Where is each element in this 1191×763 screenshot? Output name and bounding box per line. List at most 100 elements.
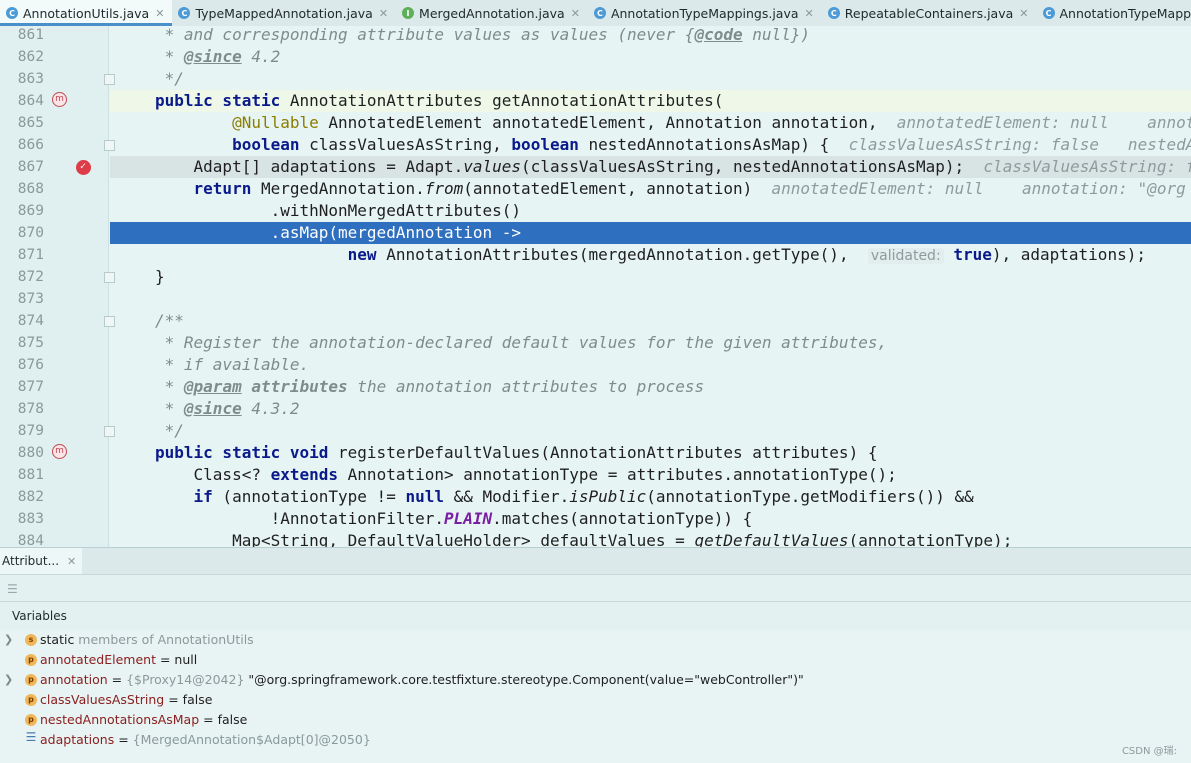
code-text[interactable]: public static AnnotationAttributes getAn… <box>110 90 1191 112</box>
code-text[interactable]: .asMap(mergedAnnotation -> <box>110 222 1191 244</box>
code-line[interactable]: 865 @Nullable AnnotatedElement annotated… <box>0 112 1191 134</box>
code-line[interactable]: 881 Class<? extends Annotation> annotati… <box>0 464 1191 486</box>
code-text[interactable]: boolean classValuesAsString, boolean nes… <box>110 134 1191 156</box>
code-text[interactable]: * @since 4.2 <box>110 46 1191 68</box>
line-number[interactable]: 884 <box>0 530 44 547</box>
chevron-right-icon[interactable]: ❯ <box>4 670 13 690</box>
code-text[interactable]: @Nullable AnnotatedElement annotatedElem… <box>110 112 1191 134</box>
method-override-icon[interactable]: m <box>52 444 67 459</box>
line-number[interactable]: 862 <box>0 46 44 68</box>
line-number[interactable]: 879 <box>0 420 44 442</box>
code-line[interactable]: 874 /** <box>0 310 1191 332</box>
variable-row[interactable]: p classValuesAsString = false <box>0 690 1191 710</box>
code-text[interactable]: Adapt[] adaptations = Adapt.values(class… <box>110 156 1191 178</box>
debug-tab-attributes[interactable]: Attribut... ✕ <box>0 548 83 574</box>
code-line[interactable]: 873 <box>0 288 1191 310</box>
line-number[interactable]: 867 <box>0 156 44 178</box>
code-text[interactable]: !AnnotationFilter.PLAIN.matches(annotati… <box>110 508 1191 530</box>
code-text[interactable]: * if available. <box>110 354 1191 376</box>
code-text[interactable]: Class<? extends Annotation> annotationTy… <box>110 464 1191 486</box>
code-line[interactable]: 880 m public static void registerDefaultVa… <box>0 442 1191 464</box>
layout-settings-icon[interactable]: ☰ <box>7 582 18 596</box>
variable-row[interactable]: ☰ adaptations = {MergedAnnotation$Adapt[0… <box>0 730 1191 750</box>
code-line[interactable]: 878 * @since 4.3.2 <box>0 398 1191 420</box>
method-override-icon[interactable]: m <box>52 92 67 107</box>
close-icon[interactable]: ✕ <box>155 7 164 20</box>
close-icon[interactable]: ✕ <box>571 7 580 20</box>
code-line[interactable]: 868 return MergedAnnotation.from(annotat… <box>0 178 1191 200</box>
line-number[interactable]: 882 <box>0 486 44 508</box>
file-tab[interactable]: C AnnotationTypeMappings.java ✕ <box>588 0 822 26</box>
code-line[interactable]: 862 * @since 4.2 <box>0 46 1191 68</box>
code-text[interactable]: } <box>110 266 1191 288</box>
line-number[interactable]: 877 <box>0 376 44 398</box>
line-number[interactable]: 870 <box>0 222 44 244</box>
close-icon[interactable]: ✕ <box>67 555 76 568</box>
code-text[interactable]: * and corresponding attribute values as … <box>110 26 1191 46</box>
line-number[interactable]: 866 <box>0 134 44 156</box>
code-line[interactable]: 875 * Register the annotation-declared d… <box>0 332 1191 354</box>
code-line[interactable]: 872} <box>0 266 1191 288</box>
file-tab[interactable]: CAnnotationTypeMapping.java✕ <box>1037 0 1191 26</box>
line-number[interactable]: 872 <box>0 266 44 288</box>
code-text[interactable]: .withNonMergedAttributes() <box>110 200 1191 222</box>
file-tab[interactable]: C RepeatableContainers.java ✕ <box>822 0 1037 26</box>
code-line[interactable]: 884 Map<String, DefaultValueHolder> defa… <box>0 530 1191 547</box>
variable-value: = <box>114 732 133 747</box>
code-text[interactable]: return MergedAnnotation.from(annotatedEl… <box>110 178 1191 200</box>
line-number[interactable]: 865 <box>0 112 44 134</box>
line-number[interactable]: 871 <box>0 244 44 266</box>
code-line[interactable]: 864 m public static AnnotationAttributes g… <box>0 90 1191 112</box>
code-text[interactable]: if (annotationType != null && Modifier.i… <box>110 486 1191 508</box>
line-number[interactable]: 876 <box>0 354 44 376</box>
file-tab[interactable]: I MergedAnnotation.java ✕ <box>396 0 588 26</box>
line-number[interactable]: 881 <box>0 464 44 486</box>
code-line[interactable]: 877 * @param attributes the annotation a… <box>0 376 1191 398</box>
code-line[interactable]: 866 boolean classValuesAsString, boolean… <box>0 134 1191 156</box>
code-line[interactable]: 861 * and corresponding attribute values… <box>0 26 1191 46</box>
code-text[interactable]: * Register the annotation-declared defau… <box>110 332 1191 354</box>
variable-row[interactable]: p annotatedElement = null <box>0 650 1191 670</box>
close-icon[interactable]: ✕ <box>805 7 814 20</box>
code-text[interactable]: /** <box>110 310 1191 332</box>
code-text[interactable]: */ <box>110 68 1191 90</box>
line-number[interactable]: 880 <box>0 442 44 464</box>
variable-row[interactable]: ❯ s static members of AnnotationUtils <box>0 630 1191 650</box>
code-editor[interactable]: 861 * and corresponding attribute values… <box>0 26 1191 547</box>
line-number[interactable]: 861 <box>0 26 44 46</box>
code-line[interactable]: 867 Adapt[] adaptations = Adapt.values(c… <box>0 156 1191 178</box>
code-line[interactable]: 882 if (annotationType != null && Modifi… <box>0 486 1191 508</box>
code-line[interactable]: 871 new AnnotationAttributes(mergedAnnot… <box>0 244 1191 266</box>
line-number[interactable]: 883 <box>0 508 44 530</box>
line-number[interactable]: 864 <box>0 90 44 112</box>
line-number[interactable]: 868 <box>0 178 44 200</box>
line-number[interactable]: 874 <box>0 310 44 332</box>
code-text[interactable]: Map<String, DefaultValueHolder> defaultV… <box>110 530 1191 547</box>
chevron-right-icon[interactable]: ❯ <box>4 630 13 650</box>
line-number[interactable]: 873 <box>0 288 44 310</box>
line-number[interactable]: 875 <box>0 332 44 354</box>
variable-row[interactable]: p nestedAnnotationsAsMap = false <box>0 710 1191 730</box>
breakpoint-icon[interactable] <box>76 156 91 178</box>
file-tab[interactable]: C AnnotationUtils.java ✕ <box>0 0 173 26</box>
code-text[interactable]: new AnnotationAttributes(mergedAnnotatio… <box>110 244 1191 266</box>
close-icon[interactable]: ✕ <box>1019 7 1028 20</box>
code-text[interactable]: public static void registerDefaultValues… <box>110 442 1191 464</box>
code-line[interactable]: 876 * if available. <box>0 354 1191 376</box>
code-text[interactable] <box>110 288 1191 310</box>
code-text[interactable]: * @param attributes the annotation attri… <box>110 376 1191 398</box>
variable-name: annotation <box>40 672 108 687</box>
file-tab[interactable]: C TypeMappedAnnotation.java ✕ <box>172 0 396 26</box>
code-line[interactable]: 883 !AnnotationFilter.PLAIN.matches(anno… <box>0 508 1191 530</box>
code-line[interactable]: 863 */ <box>0 68 1191 90</box>
line-number[interactable]: 878 <box>0 398 44 420</box>
code-text[interactable]: */ <box>110 420 1191 442</box>
variable-row[interactable]: ❯ p annotation = {$Proxy14@2042} "@org.spr… <box>0 670 1191 690</box>
code-text[interactable]: * @since 4.3.2 <box>110 398 1191 420</box>
code-line[interactable]: 870 .asMap(mergedAnnotation -> <box>0 222 1191 244</box>
code-line[interactable]: 879 */ <box>0 420 1191 442</box>
line-number[interactable]: 869 <box>0 200 44 222</box>
line-number[interactable]: 863 <box>0 68 44 90</box>
code-line[interactable]: 869 .withNonMergedAttributes() <box>0 200 1191 222</box>
close-icon[interactable]: ✕ <box>379 7 388 20</box>
